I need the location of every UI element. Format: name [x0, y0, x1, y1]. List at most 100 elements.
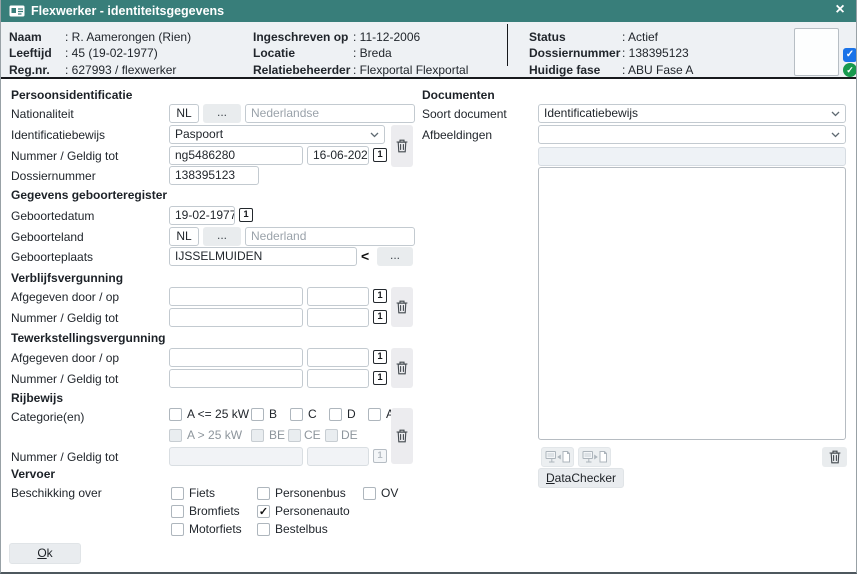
label-dossiernummer: Dossiernummer: [11, 169, 96, 183]
tewerk-nummer-field[interactable]: [169, 369, 303, 388]
header-value: : Breda: [353, 46, 392, 60]
calendar-icon[interactable]: 1: [373, 289, 387, 303]
trash-icon: [396, 361, 408, 375]
calendar-icon[interactable]: 1: [373, 310, 387, 324]
checkbox-cat-c[interactable]: [290, 408, 303, 421]
geboorteland-lookup-button[interactable]: ...: [203, 227, 241, 246]
section-vervoer: Vervoer: [11, 467, 55, 481]
nationaliteit-name-field: Nederlandse: [245, 104, 415, 123]
idbewijs-nummer-field[interactable]: ng5486280: [169, 146, 303, 165]
verblijf-afgegeven-door-field[interactable]: [169, 287, 303, 306]
check-mark: ✓: [259, 506, 268, 518]
label-nummer-geldig-tot: Nummer / Geldig tot: [11, 149, 118, 163]
geboorteland-code-field[interactable]: NL: [169, 227, 199, 246]
checkbox-cat-am[interactable]: [368, 408, 381, 421]
label-nummer-geldig-tot: Nummer / Geldig tot: [11, 372, 118, 386]
header-column-divider: [507, 24, 508, 66]
header-value: : 45 (19-02-1977): [65, 46, 158, 60]
document-preview-area[interactable]: [538, 167, 846, 440]
chevron-down-icon: [831, 111, 840, 117]
chevron-down-icon: [831, 132, 840, 138]
nationaliteit-code-field[interactable]: NL: [169, 104, 199, 123]
header-label: Ingeschreven op: [253, 30, 348, 44]
delete-rijbewijs-button[interactable]: [391, 408, 413, 464]
header-value: : 138395123: [622, 46, 689, 60]
checkbox-personenauto[interactable]: ✓: [257, 505, 270, 518]
tewerk-afgegeven-op-field[interactable]: [307, 348, 369, 367]
checkbox-bromfiets[interactable]: [171, 505, 184, 518]
section-documenten: Documenten: [422, 88, 495, 102]
calendar-icon[interactable]: 1: [373, 350, 387, 364]
dossiernummer-field[interactable]: 138395123: [169, 166, 259, 185]
checkbox-cat-d[interactable]: [329, 408, 342, 421]
idbewijs-geldig-tot-field[interactable]: 16-06-2022: [307, 146, 369, 165]
checkbox-ov[interactable]: [363, 487, 376, 500]
checkbox-label: Personenauto: [275, 505, 350, 518]
label-geboorteplaats: Geboorteplaats: [11, 250, 93, 264]
delete-tewerkstellingsvergunning-button[interactable]: [391, 348, 413, 388]
checkbox-label: Fiets: [189, 487, 215, 500]
trash-icon: [396, 429, 408, 443]
checkbox-fiets[interactable]: [171, 487, 184, 500]
label-nummer-geldig-tot: Nummer / Geldig tot: [11, 311, 118, 325]
checkbox-cat-de: [325, 429, 338, 442]
label-beschikking-over: Beschikking over: [11, 486, 102, 500]
section-geboorteregister: Gegevens geboorteregister: [11, 188, 167, 202]
geboorteplaats-lookup-button[interactable]: ...: [377, 247, 413, 266]
header-label: Status: [529, 30, 566, 44]
checkbox-label: D: [347, 408, 356, 421]
status-ok-icon: ✓: [843, 63, 857, 77]
label-afgegeven-door-op: Afgegeven door / op: [11, 351, 119, 365]
close-icon[interactable]: ×: [831, 1, 849, 21]
checkbox-cat-ce: [288, 429, 301, 442]
image-export-button: [578, 447, 611, 467]
ok-button[interactable]: Ok: [9, 543, 81, 564]
tewerk-geldig-tot-field[interactable]: [307, 369, 369, 388]
checkbox-bestelbus[interactable]: [257, 523, 270, 536]
geboorteplaats-field[interactable]: IJSSELMUIDEN: [169, 247, 357, 266]
checkbox-label: Bestelbus: [275, 523, 328, 536]
afbeeldingen-select[interactable]: [538, 125, 846, 144]
delete-identificatiebewijs-button[interactable]: [391, 125, 413, 167]
geboortedatum-field[interactable]: 19-02-1977: [169, 206, 235, 225]
calendar-icon[interactable]: 1: [239, 208, 253, 222]
tewerk-afgegeven-door-field[interactable]: [169, 348, 303, 367]
header-value: : R. Aamerongen (Rien): [65, 30, 191, 44]
verblijf-geldig-tot-field[interactable]: [307, 308, 369, 327]
nationaliteit-lookup-button[interactable]: ...: [203, 104, 241, 123]
rijbewijs-geldig-tot-field: [307, 447, 369, 466]
checkbox-label: OV: [381, 487, 398, 500]
checkbox-label: Bromfiets: [189, 505, 240, 518]
soort-document-select[interactable]: Identificatiebewijs: [538, 104, 846, 123]
header-label: Naam: [9, 30, 42, 44]
checkbox-cat-a-25kw-min[interactable]: [169, 408, 182, 421]
checkbox-label: C: [308, 408, 317, 421]
label-identificatiebewijs: Identificatiebewijs: [11, 128, 105, 142]
checkbox-label: Personenbus: [275, 487, 346, 500]
checkbox-motorfiets[interactable]: [171, 523, 184, 536]
label-afbeeldingen: Afbeeldingen: [422, 128, 492, 142]
back-arrow-button[interactable]: <: [361, 247, 369, 266]
checkbox-personenbus[interactable]: [257, 487, 270, 500]
trash-icon: [396, 300, 408, 314]
checkbox-cat-b[interactable]: [251, 408, 264, 421]
verblijf-nummer-field[interactable]: [169, 308, 303, 327]
checkbox-label: A > 25 kW: [187, 429, 242, 442]
identificatiebewijs-select[interactable]: Paspoort: [169, 125, 385, 144]
titlebar[interactable]: Flexwerker - identiteitsgegevens ×: [1, 0, 857, 22]
header-label: Locatie: [253, 46, 295, 60]
label-geboortedatum: Geboortedatum: [11, 209, 94, 223]
checkbox-cat-a-25kw-plus: [169, 429, 182, 442]
section-persoonsidentificatie: Persoonsidentificatie: [11, 88, 132, 102]
image-import-button: [541, 447, 574, 467]
header-checked-checkbox[interactable]: ✓: [843, 48, 857, 62]
section-verblijfsvergunning: Verblijfsvergunning: [11, 271, 123, 285]
calendar-icon[interactable]: 1: [373, 148, 387, 162]
chevron-down-icon: [370, 132, 379, 138]
delete-verblijfsvergunning-button[interactable]: [391, 287, 413, 327]
delete-document-button[interactable]: [822, 447, 847, 467]
datachecker-button[interactable]: DataChecker: [538, 468, 624, 488]
monitor-document-export-icon: [582, 450, 608, 465]
calendar-icon[interactable]: 1: [373, 371, 387, 385]
verblijf-afgegeven-op-field[interactable]: [307, 287, 369, 306]
